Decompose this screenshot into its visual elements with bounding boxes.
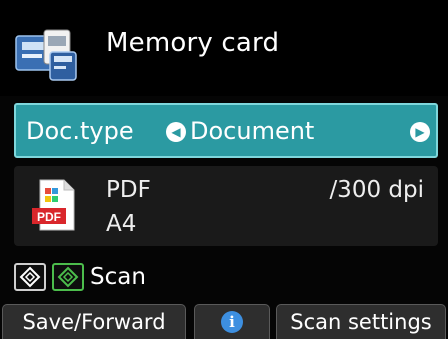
save-forward-button[interactable]: Save/Forward: [2, 304, 186, 339]
file-format: PDF: [106, 177, 151, 203]
doc-type-value: Document: [190, 117, 315, 145]
paper-size: A4: [106, 211, 137, 237]
pdf-file-icon: PDF: [32, 179, 75, 231]
left-arrow-icon[interactable]: ◀: [166, 122, 186, 142]
header: Memory card: [0, 0, 448, 96]
scan-label: Scan: [90, 264, 146, 290]
info-button[interactable]: i: [194, 304, 270, 339]
scan-settings-button[interactable]: Scan settings: [276, 304, 446, 339]
page-title: Memory card: [106, 28, 280, 58]
black-start-icon[interactable]: [14, 263, 46, 291]
scan-start-row: Scan: [0, 260, 448, 300]
soft-key-bar: Save/Forward i Scan settings: [0, 304, 448, 339]
info-icon: i: [221, 310, 243, 333]
doc-type-label: Doc.type: [26, 117, 134, 145]
doc-type-selector[interactable]: Doc.type ◀ Document ▶: [14, 103, 438, 158]
memory-card-icon: [15, 29, 77, 81]
pdf-icon-text: PDF: [37, 210, 61, 224]
resolution: /300 dpi: [329, 177, 424, 203]
lcd-screen: Memory card Doc.type ◀ Document ▶ PDF PD…: [0, 0, 448, 339]
color-start-icon[interactable]: [52, 263, 84, 291]
right-arrow-icon[interactable]: ▶: [410, 122, 430, 142]
scan-settings-summary: PDF PDF A4 /300 dpi: [14, 166, 438, 246]
